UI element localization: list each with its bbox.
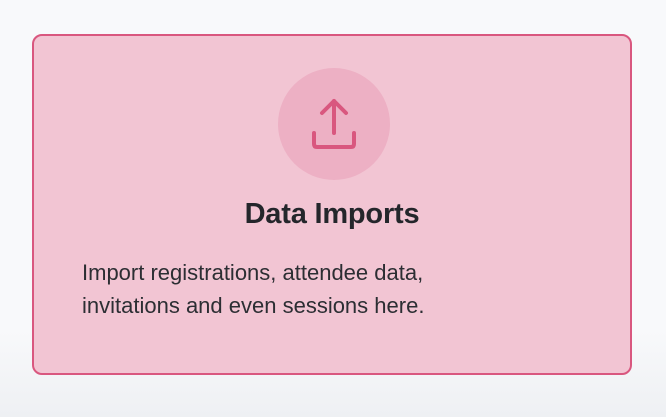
- icon-circle: [278, 68, 390, 180]
- data-imports-card[interactable]: Data Imports Import registrations, atten…: [32, 34, 632, 375]
- card-description-line: Import registrations, attendee data,: [82, 260, 424, 285]
- card-title: Data Imports: [244, 198, 420, 230]
- upload-icon: [312, 99, 356, 149]
- card-description-line: invitations and even sessions here.: [82, 293, 425, 318]
- card-description: Import registrations, attendee data, inv…: [82, 256, 552, 322]
